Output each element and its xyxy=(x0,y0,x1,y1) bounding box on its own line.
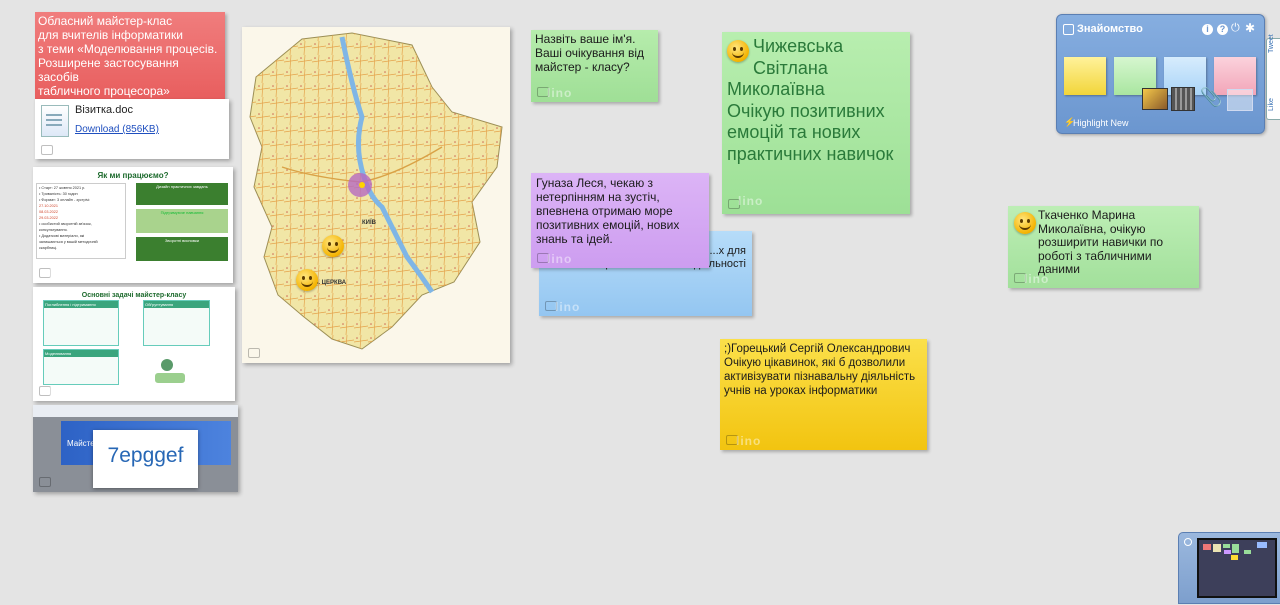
lino-watermark: lino xyxy=(1024,271,1050,286)
lino-watermark: lino xyxy=(738,193,764,208)
lino-watermark: lino xyxy=(736,434,762,448)
lino-watermark: lino xyxy=(547,86,573,100)
smiley-icon xyxy=(1014,212,1036,234)
slide1-left-box: • Старт: 27 жовтня 2021 р. • Тривалість:… xyxy=(36,183,126,259)
tkachenko-text: Ткаченко Марина Миколаївна, очікую розши… xyxy=(1038,208,1164,276)
slide-main-tasks[interactable]: Основні задачі майстер-класу Поглиблення… xyxy=(33,287,235,401)
attachment-icon[interactable]: 📎 xyxy=(1200,87,1222,109)
help-icon[interactable]: ? xyxy=(1217,24,1228,35)
side-social-tabs[interactable]: Tweet Like xyxy=(1266,34,1280,120)
panel-title: Знайомство xyxy=(1077,23,1143,35)
slide1-box3: Зворотні висновки xyxy=(136,237,228,261)
screenshot-topbar xyxy=(33,405,238,417)
note-face-icon xyxy=(248,348,260,358)
image-insert-icon[interactable] xyxy=(1142,88,1168,110)
power-icon[interactable]: ⏻ xyxy=(1231,22,1240,35)
doc-file-icon xyxy=(41,105,69,137)
gunaza-text: Гуназа Леся, чекаю з нетерпінням на зуст… xyxy=(536,176,680,246)
slide1-box2: Підтримуюче навчання xyxy=(136,209,228,233)
kyiv-oblast-map[interactable]: КИЇВ Б. ЦЕРКВА xyxy=(242,27,510,363)
slide-how-we-work[interactable]: Як ми працюємо? • Старт: 27 жовтня 2021 … xyxy=(33,167,233,283)
board-minimap[interactable] xyxy=(1178,532,1280,604)
screenshot-card[interactable]: Майстер-кл... 7epggef xyxy=(33,405,238,492)
minimap-zoom-icon[interactable] xyxy=(1184,538,1192,546)
highlight-new-link[interactable]: Highlight New xyxy=(1073,118,1129,128)
slide1-line: скарбниці. xyxy=(39,246,58,250)
lino-watermark: lino xyxy=(49,267,75,281)
download-link[interactable]: Download (856KB) xyxy=(75,124,159,135)
slide2-title: Основні задачі майстер-класу xyxy=(81,292,187,299)
map-graphic xyxy=(249,32,503,350)
minimap-view[interactable] xyxy=(1197,538,1277,598)
slide2-box1-header: Поглиблення і підтримання xyxy=(44,301,118,308)
video-insert-icon[interactable] xyxy=(1171,87,1195,111)
code-popup[interactable]: 7epggef xyxy=(93,430,198,488)
name-prompt-text: Назвіть ваше ім'я. Ваші очікування від м… xyxy=(535,32,645,74)
gunaza-note[interactable]: Гуназа Леся, чекаю з нетерпінням на зуст… xyxy=(531,173,709,268)
yellow-note-swatch[interactable] xyxy=(1064,57,1106,95)
file-name: Візитка.doc xyxy=(75,104,133,116)
slide2-box2: Обґрунтування xyxy=(143,300,210,346)
note-face-icon xyxy=(41,145,53,155)
chyzhevska-note[interactable]: Чижевська Світлана Миколаївна Очікую поз… xyxy=(722,32,910,214)
slide2-box2-header: Обґрунтування xyxy=(144,301,209,308)
info-icon[interactable]: i xyxy=(1202,24,1213,35)
lino-watermark: lino xyxy=(555,300,581,314)
file-card[interactable]: Візитка.doc Download (856KB) xyxy=(35,99,229,159)
lino-watermark: lino xyxy=(547,252,573,266)
name-prompt-note[interactable]: Назвіть ваше ім'я. Ваші очікування від м… xyxy=(531,30,658,102)
slide2-box1: Поглиблення і підтримання xyxy=(43,300,119,346)
chyzhevska-text: Чижевська Світлана Миколаївна Очікую поз… xyxy=(727,36,894,164)
like-tab[interactable]: Like xyxy=(1268,98,1275,111)
slide2-box3-header: Моделювання xyxy=(44,350,118,357)
tkachenko-note[interactable]: Ткаченко Марина Миколаївна, очікую розши… xyxy=(1008,206,1199,288)
settings-gear-icon[interactable]: ✱ xyxy=(1245,21,1255,35)
person-illustration-icon xyxy=(153,357,193,385)
smiley-icon xyxy=(727,40,749,62)
map-city-label-2: Б. ЦЕРКВА xyxy=(314,280,347,286)
map-city-label: КИЇВ xyxy=(362,220,376,226)
note-face-icon xyxy=(39,477,51,487)
title-note-text: Обласний майстер-клас для вчителів інфор… xyxy=(38,14,218,98)
horetskyi-note[interactable]: ;)Горецький Сергій Олександрович Очікую … xyxy=(720,339,927,450)
lino-watermark: lino xyxy=(49,385,75,399)
slide1-box1: Дизайн практичних завдань xyxy=(136,183,228,205)
panel-face-icon xyxy=(1063,24,1074,35)
sticky-palette-panel[interactable]: Знайомство i ? ⏻ ✱ 📎 ⚡ Highlight New xyxy=(1056,14,1265,134)
horetskyi-text: ;)Горецький Сергій Олександрович Очікую … xyxy=(724,343,916,397)
smiley-marker-icon[interactable] xyxy=(322,235,344,257)
blank-note-icon[interactable] xyxy=(1227,89,1253,111)
join-code: 7epggef xyxy=(107,444,184,467)
slide1-title: Як ми працюємо? xyxy=(97,171,169,180)
slide2-box3: Моделювання xyxy=(43,349,119,385)
tweet-tab[interactable]: Tweet xyxy=(1268,34,1275,53)
title-sticky-note[interactable]: Обласний майстер-клас для вчителів інфор… xyxy=(35,12,225,100)
smiley-marker-icon[interactable] xyxy=(296,269,318,291)
